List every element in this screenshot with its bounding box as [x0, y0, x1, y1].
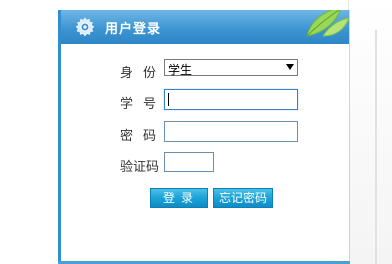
login-button[interactable]: 登录: [150, 188, 208, 208]
background-divider: [375, 30, 377, 264]
page-background-right: [348, 0, 392, 264]
captcha-label: 验证码: [120, 160, 160, 175]
captcha-input[interactable]: [164, 152, 214, 172]
text-caret: [168, 93, 169, 106]
gear-icon: [75, 17, 95, 37]
password-input[interactable]: [164, 121, 298, 142]
student-id-input[interactable]: [164, 89, 298, 110]
identity-label: 身份: [120, 66, 167, 81]
password-label: 密码: [120, 129, 167, 144]
panel-header: 用户登录: [61, 10, 349, 44]
chevron-down-icon[interactable]: [286, 64, 294, 70]
forgot-password-button[interactable]: 忘记密码: [213, 188, 273, 208]
student-id-label: 学号: [120, 97, 167, 112]
identity-select[interactable]: 学生: [164, 59, 298, 77]
panel-title: 用户登录: [105, 22, 162, 37]
identity-selected-value: 学生: [168, 63, 193, 77]
leaf-icon: [306, 10, 349, 37]
